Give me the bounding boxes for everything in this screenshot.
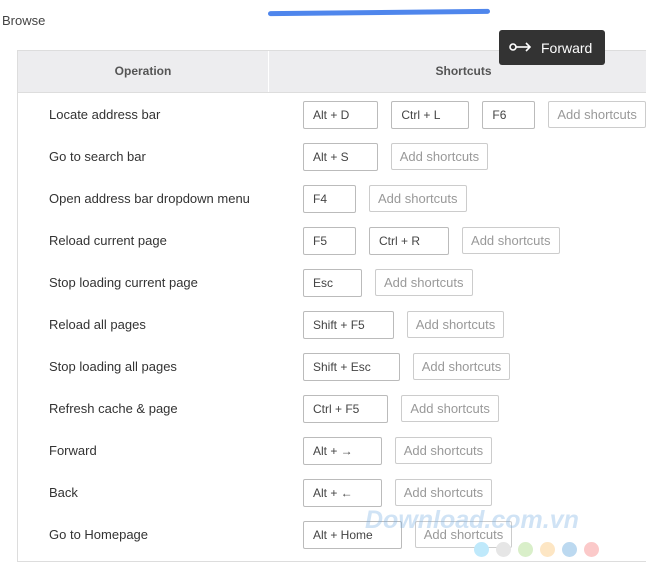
operation-label: Stop loading current page (49, 275, 198, 290)
operation-label: Open address bar dropdown menu (49, 191, 250, 206)
add-shortcut-button[interactable]: Add shortcuts (369, 185, 467, 212)
table-row: Refresh cache & page Ctrl + F5 Add shortcu… (18, 388, 646, 430)
shortcut-list: F4 Add shortcuts (303, 185, 467, 213)
tooltip: Forward (499, 30, 605, 65)
operation-label: Stop loading all pages (49, 359, 177, 374)
shortcut-key[interactable]: Shift + F5 (303, 311, 394, 339)
add-shortcut-button[interactable]: Add shortcuts (375, 269, 473, 296)
shortcut-key[interactable]: F4 (303, 185, 357, 213)
operation-label: Reload all pages (49, 317, 146, 332)
shortcut-key[interactable]: Ctrl + F5 (303, 395, 389, 423)
shortcut-list: Esc Add shortcuts (303, 269, 473, 297)
forward-key-icon (509, 40, 533, 56)
shortcut-key[interactable]: Alt + S (303, 143, 378, 171)
add-shortcut-button[interactable]: Add shortcuts (406, 311, 505, 338)
operation-label: Locate address bar (49, 107, 161, 122)
operation-label: Back (49, 485, 78, 500)
watermark-dot (518, 542, 533, 557)
add-shortcut-button[interactable]: Add shortcuts (401, 395, 499, 422)
shortcut-list: Alt + ← Add shortcuts (303, 479, 493, 507)
operation-label: Forward (49, 443, 97, 458)
add-shortcut-button[interactable]: Add shortcuts (394, 437, 493, 464)
table-row: Reload current page F5 Ctrl + R Add shortcu… (18, 220, 646, 262)
operation-label: Refresh cache & page (49, 401, 178, 416)
watermark-dots (474, 542, 599, 557)
add-shortcut-button[interactable]: Add shortcuts (394, 479, 493, 506)
operation-label: Go to Homepage (49, 527, 149, 542)
shortcut-key[interactable]: Alt + D (303, 101, 379, 129)
shortcut-list: Alt + S Add shortcuts (303, 143, 489, 171)
shortcut-key[interactable]: Shift + Esc (303, 353, 400, 381)
table-row: Stop loading current page Esc Add shortcut… (18, 262, 646, 304)
shortcut-list: Ctrl + F5 Add shortcuts (303, 395, 499, 423)
shortcut-key[interactable]: F5 (303, 227, 357, 255)
table-row: Go to search bar Alt + S Add shortcuts (18, 136, 646, 178)
operation-label: Reload current page (49, 233, 167, 248)
shortcut-list: Shift + F5 Add shortcuts (303, 311, 505, 339)
table-row: Open address bar dropdown menu F4 Add shor… (18, 178, 646, 220)
add-shortcut-button[interactable]: Add shortcuts (390, 143, 489, 170)
table-row: Stop loading all pages Shift + Esc Add sho… (18, 346, 646, 388)
tooltip-label: Forward (541, 39, 593, 56)
watermark-logo: Download.com.vn (365, 506, 579, 534)
shortcut-key[interactable]: Alt + ← (303, 479, 382, 507)
shortcut-list: F5 Ctrl + R Add shortcuts (303, 227, 560, 255)
table-row: Locate address bar Alt + D Ctrl + L F6 Add s… (18, 94, 646, 136)
watermark-dot (584, 542, 599, 557)
shortcut-list: Shift + Esc Add shortcuts (303, 353, 511, 381)
watermark-dot (496, 542, 511, 557)
add-shortcut-button[interactable]: Add shortcuts (412, 353, 511, 380)
header-operation: Operation (18, 51, 269, 92)
shortcut-list: Alt + D Ctrl + L F6 Add shortcuts (303, 101, 646, 129)
shortcut-key[interactable]: Alt + → (303, 437, 382, 465)
watermark-dot (562, 542, 577, 557)
operation-label: Go to search bar (49, 149, 146, 164)
shortcut-key[interactable]: F6 (482, 101, 536, 129)
shortcut-key[interactable]: Esc (303, 269, 363, 297)
watermark-dot (474, 542, 489, 557)
annotation-stroke (268, 8, 490, 17)
watermark-dot (540, 542, 555, 557)
shortcut-list: Alt + → Add shortcuts (303, 437, 493, 465)
table-row: Forward Alt + → Add shortcuts (18, 430, 646, 472)
shortcut-key[interactable]: Ctrl + L (391, 101, 470, 129)
shortcut-key[interactable]: Ctrl + R (369, 227, 450, 255)
shortcuts-table: Operation Shortcuts Locate address bar Al… (17, 50, 646, 562)
add-shortcut-button[interactable]: Add shortcuts (462, 227, 560, 254)
table-row: Reload all pages Shift + F5 Add shortcuts (18, 304, 646, 346)
section-title: Browse (2, 13, 46, 28)
add-shortcut-button[interactable]: Add shortcuts (548, 101, 646, 128)
